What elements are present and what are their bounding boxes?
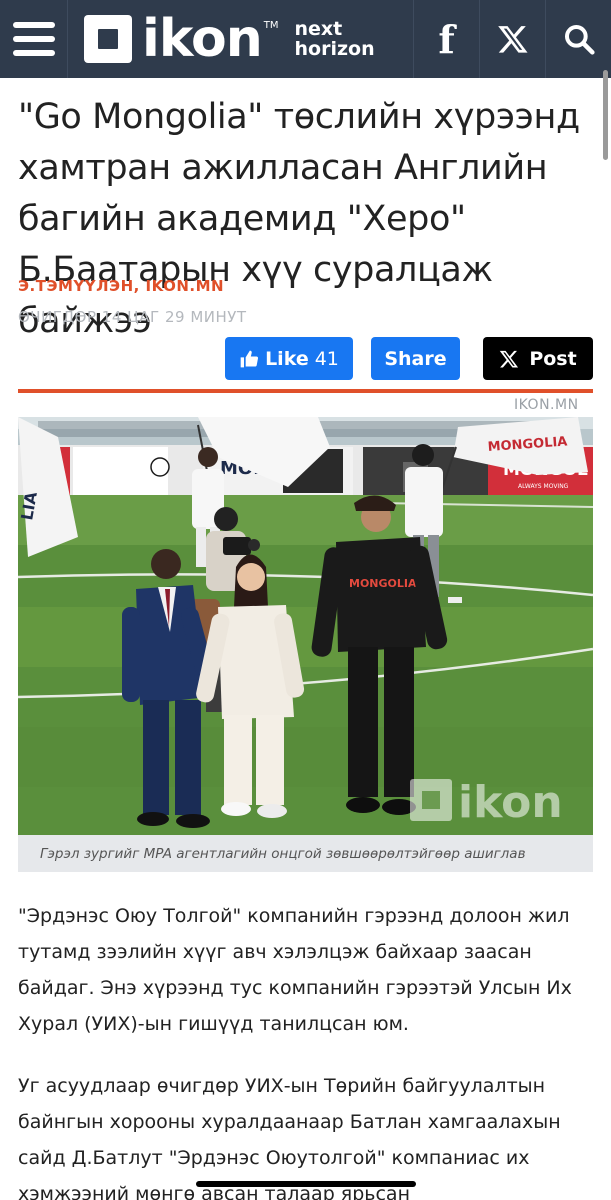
article-photo[interactable]: MONGOL MONGOL ALWAYS MOVING LIA MONGOLIA [18,417,593,835]
tagline-line-1: next [294,18,343,40]
site-logo[interactable]: ikon TM next horizon [68,0,413,78]
facebook-icon[interactable]: f [413,0,479,78]
accent-divider [18,389,593,393]
x-icon[interactable] [479,0,545,78]
photo-source: IKON.MN [514,397,579,413]
logo-trademark: TM [263,20,279,31]
thumbs-up-icon [240,350,259,367]
photo-caption: Гэрэл зургийг MPA агентлагийн онцгой зөв… [18,835,593,872]
home-indicator[interactable] [196,1181,416,1187]
shirt-text: MONGOLIA [349,577,417,590]
post-label: Post [529,347,577,370]
top-navigation-bar: ikon TM next horizon f [0,0,611,78]
facebook-share-button[interactable]: Share [371,337,460,380]
x-post-button[interactable]: Post [483,337,593,380]
logo-tagline: next horizon [295,19,375,59]
search-icon[interactable] [545,0,611,78]
facebook-like-button[interactable]: Like 41 [225,337,353,380]
x-icon [500,350,519,367]
logo-mark [84,15,132,63]
logo-wordmark: ikon [142,9,263,69]
scrollbar[interactable] [603,70,608,160]
article-author[interactable]: Э.ТЭМҮҮЛЭН, IKON.MN [18,277,224,295]
tagline-line-2: horizon [294,38,375,60]
photo-watermark: ikon [458,777,563,828]
article-timestamp: ӨЧИГДӨР 14 ЦАГ 29 МИНУТ [18,308,247,326]
article-paragraph: "Эрдэнэс Оюу Толгой" компанийн гэрээнд д… [18,905,572,1035]
menu-icon[interactable] [0,0,68,78]
like-label: Like [265,347,309,370]
board-subtext: ALWAYS MOVING [518,483,569,490]
like-count: 41 [314,347,339,370]
